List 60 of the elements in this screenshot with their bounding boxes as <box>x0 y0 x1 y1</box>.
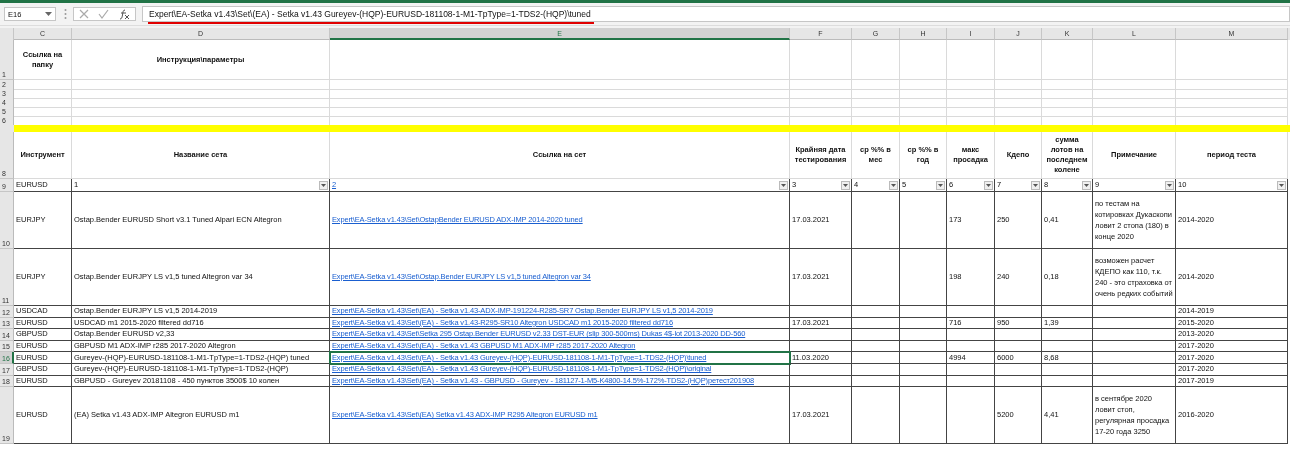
empty-cell <box>790 40 852 80</box>
empty-cell <box>852 375 900 388</box>
caret-icon <box>781 183 786 187</box>
empty-cell <box>995 40 1042 80</box>
filter-dropdown-button[interactable] <box>319 180 328 190</box>
empty-cell <box>1042 89 1093 99</box>
formula-bar[interactable]: Expert\EA-Setka v1.43\Set\(EA) - Setka v1.43 Gureyev-(HQP)-EURUSD-181108-1-M1-TpType=1-TDS2-(HQP)\tuned <box>142 6 1290 22</box>
caret-icon <box>891 183 896 187</box>
empty-cell <box>852 306 900 318</box>
filter-dropdown-button[interactable] <box>779 180 788 190</box>
empty-cell <box>900 89 947 99</box>
empty-cell <box>852 340 900 353</box>
filter-dropdown-button[interactable] <box>1277 180 1286 190</box>
filter-dropdown-button[interactable] <box>936 180 945 190</box>
function-icon[interactable] <box>118 8 130 20</box>
caret-icon <box>1167 183 1172 187</box>
empty-cell <box>995 89 1042 99</box>
empty-cell <box>900 363 947 376</box>
empty-cell <box>1042 80 1093 90</box>
empty-cell <box>852 329 900 341</box>
filter-dropdown-button[interactable] <box>889 180 898 190</box>
caret-icon <box>1033 183 1038 187</box>
filter-dropdown-button[interactable] <box>1082 180 1091 190</box>
empty-cell <box>900 329 947 341</box>
filter-dropdown-button[interactable] <box>1165 180 1174 190</box>
empty-cell <box>900 340 947 353</box>
filter-dropdown-button[interactable] <box>841 180 850 190</box>
empty-cell <box>852 80 900 90</box>
empty-cell <box>900 306 947 318</box>
caret-icon <box>843 183 848 187</box>
filter-dropdown-button[interactable] <box>984 180 993 190</box>
empty-cell <box>900 40 947 80</box>
empty-cell <box>790 80 852 90</box>
empty-cell <box>790 89 852 99</box>
filter-dropdown-button[interactable] <box>1031 180 1040 190</box>
empty-cell <box>852 40 900 80</box>
empty-cell <box>947 40 995 80</box>
empty-cell <box>947 98 995 108</box>
caret-icon <box>1279 183 1284 187</box>
empty-cell <box>852 89 900 99</box>
empty-cell <box>947 89 995 99</box>
caret-icon <box>1084 183 1089 187</box>
empty-cell <box>1042 98 1093 108</box>
empty-cell <box>947 80 995 90</box>
empty-cell <box>995 80 1042 90</box>
caret-icon <box>321 183 326 187</box>
empty-cell <box>900 375 947 388</box>
empty-cell <box>947 375 995 388</box>
caret-icon <box>938 183 943 187</box>
empty-cell <box>900 80 947 90</box>
caret-icon <box>45 11 52 17</box>
empty-cell <box>790 98 852 108</box>
empty-cell <box>900 387 947 445</box>
empty-cell <box>995 98 1042 108</box>
grip-icon <box>64 8 67 20</box>
empty-cell <box>852 363 900 376</box>
caret-icon <box>986 183 991 187</box>
empty-cell <box>852 98 900 108</box>
empty-cell <box>900 98 947 108</box>
empty-cell <box>1042 40 1093 80</box>
